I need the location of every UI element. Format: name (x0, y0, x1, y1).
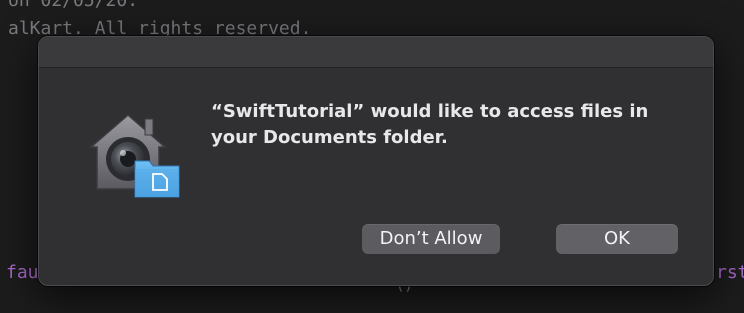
dialog-message: “SwiftTutorial” would like to access fil… (211, 101, 649, 148)
code-text-line: on 02/05/20. (8, 0, 139, 11)
privacy-folder-icon (83, 101, 183, 201)
permission-dialog: “SwiftTutorial” would like to access fil… (38, 36, 714, 286)
ok-button[interactable]: OK (556, 224, 678, 254)
dialog-titlebar (39, 37, 713, 68)
dont-allow-button[interactable]: Don’t Allow (362, 224, 500, 254)
code-keyword-text: rst (716, 262, 744, 283)
code-keyword-text: fau (6, 262, 39, 283)
